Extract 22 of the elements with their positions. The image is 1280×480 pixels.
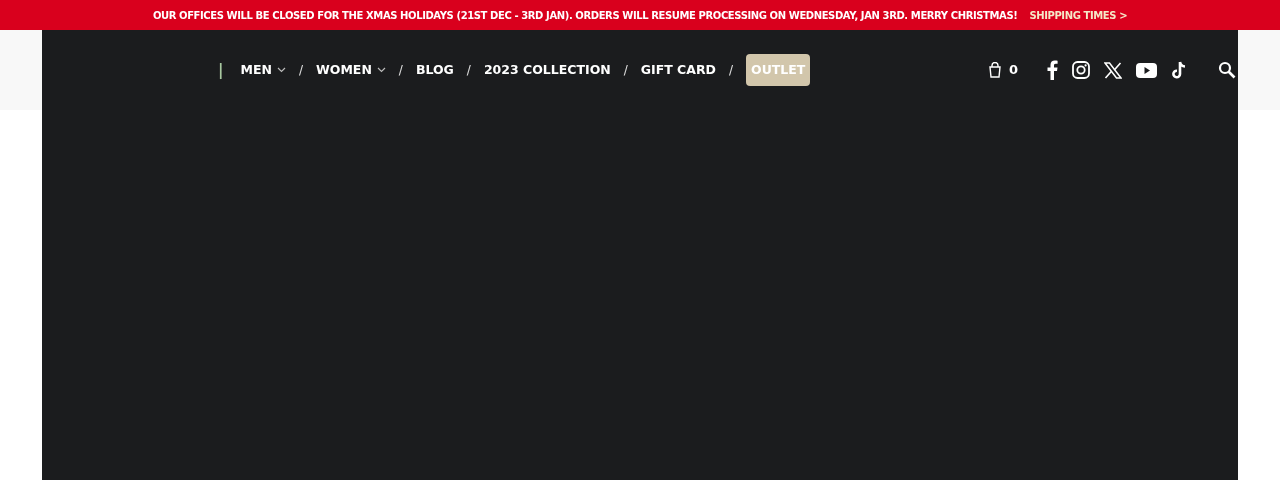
shopping-bag-icon[interactable] xyxy=(987,62,1002,78)
nav-separator: / xyxy=(623,62,628,79)
facebook-icon[interactable] xyxy=(1046,60,1058,80)
nav-link[interactable]: WOMEN xyxy=(316,60,386,80)
nav-link[interactable]: GIFT CARD xyxy=(640,60,716,80)
nav-separator: / xyxy=(398,62,403,79)
nav-link[interactable]: 2023 COLLECTION xyxy=(483,60,611,80)
cart-count: 0 xyxy=(1008,61,1018,80)
nav-separator: / xyxy=(466,62,471,79)
nav-separator: | xyxy=(218,59,224,81)
search-icon[interactable] xyxy=(1218,61,1236,79)
nav-separator: / xyxy=(298,62,303,79)
shipping-times-link[interactable]: SHIPPING TIMES > xyxy=(1029,7,1128,23)
x-icon[interactable] xyxy=(1104,61,1122,79)
nav-link[interactable]: MEN xyxy=(240,60,286,80)
chevron-down-icon xyxy=(376,67,386,73)
nav-link[interactable]: BLOG xyxy=(415,60,454,80)
announcement-text: OUR OFFICES WILL BE CLOSED FOR THE XMAS HOLIDAYS (21ST DEC - 3RD JAN). ORDERS WILL RESUME PROCESSING ON WEDNESDAY, JAN 3RD. MERRY CHRISTMAS! xyxy=(152,8,1018,23)
chevron-down-icon xyxy=(276,67,286,73)
instagram-icon[interactable] xyxy=(1072,61,1090,79)
tiktok-icon[interactable] xyxy=(1171,60,1188,80)
nav-separator: / xyxy=(728,62,733,79)
